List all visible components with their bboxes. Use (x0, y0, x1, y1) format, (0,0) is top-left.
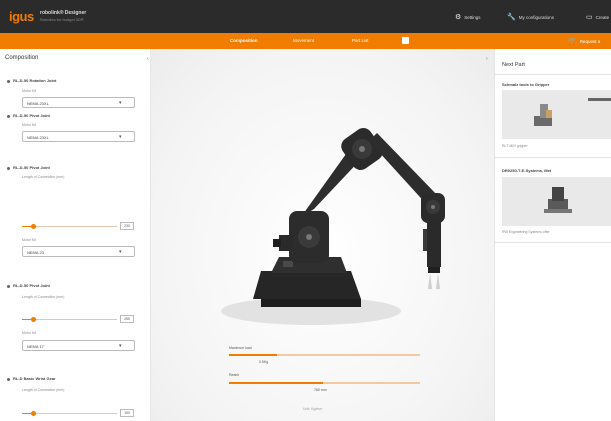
next-part-item-image[interactable] (502, 90, 611, 139)
joint-title[interactable]: RL-D-50 Rotation Joint (13, 78, 56, 83)
next-part-item-caption: RLT-MIN gripper (502, 144, 528, 148)
forearm (427, 219, 441, 267)
joint-title[interactable]: RL-D-50 Pivot Joint (13, 165, 50, 170)
max-load-bar (229, 354, 420, 356)
gripper-mount (428, 267, 440, 273)
reach-fill (229, 382, 323, 384)
next-part-title: Next Part (502, 62, 525, 68)
select-value: NEMA 23XL (27, 100, 49, 106)
joint-bullet (7, 115, 10, 118)
joint-bullet (7, 285, 10, 288)
pivot-joint-3-bolt (431, 205, 435, 209)
max-load-value: 0.5Kg (259, 360, 269, 364)
motor-kit-label: Motor Kit (22, 238, 37, 242)
request-button[interactable]: 🛒 Request a (568, 37, 600, 45)
forearm-side (423, 229, 427, 251)
settings-label: Settings (464, 14, 481, 20)
my-configurations-link[interactable]: 🔧 My configurations (507, 13, 554, 21)
brand-subtitle: Robotics for budget 3D® (40, 17, 84, 22)
motor-kit-select[interactable]: NEMA 23XL ▾ (22, 97, 135, 108)
connection-length-input[interactable]: 255 (120, 315, 134, 323)
my-configurations-label: My configurations (518, 14, 554, 20)
select-value: NEMA 23 (27, 249, 44, 255)
connection-length-label: Length of Connection (mm) (22, 388, 65, 392)
next-part-item-name[interactable]: DR0250-T-E-Systems, Met (502, 168, 551, 173)
unit-note: Unit: Kg/mm (303, 407, 323, 411)
panel-title: Composition (5, 55, 39, 61)
joint-bullet (7, 167, 10, 170)
motor-kit-label: Motor Kit (22, 331, 37, 335)
max-load-label: Maximum load (229, 346, 252, 350)
reach-bar (229, 382, 420, 384)
gripper-finger-right (436, 273, 440, 289)
create-link[interactable]: ▭ Create (586, 13, 609, 21)
tab-movement[interactable]: Movement (293, 38, 314, 43)
base-connector (283, 261, 293, 267)
motor-kit-select[interactable]: NEMA 23XL ▾ (22, 131, 135, 142)
next-part-item-name[interactable]: Schmalz tools to Gripper (502, 82, 549, 87)
igus-logo[interactable]: igus (9, 9, 34, 24)
wrench-icon: 🔧 (507, 14, 516, 21)
chevron-down-icon: ▾ (119, 249, 122, 255)
joint-bullet (7, 378, 10, 381)
chevron-down-icon: ▾ (119, 100, 122, 106)
gripper-finger-left (428, 273, 432, 289)
connection-length-slider[interactable] (22, 317, 117, 322)
joint-title[interactable]: RL-D-50 Pivot Joint (13, 113, 50, 118)
tab-part-list[interactable]: Part List (352, 38, 369, 43)
brand-title: robolink® Designer (40, 10, 87, 16)
select-value: NEMA 17 (27, 343, 44, 349)
reach-value: 760 mm (314, 388, 327, 392)
connection-length-input[interactable]: 230 (120, 222, 134, 230)
top-bar: igus robolink® Designer Robotics for bud… (0, 0, 611, 33)
slider-handle[interactable] (31, 317, 36, 322)
composition-panel: Composition RL-D-50 Rotation Joint Motor… (0, 49, 151, 421)
connection-length-label: Length of Connection (mm) (22, 175, 65, 179)
gear-icon: ⚙ (455, 14, 462, 21)
robot-base (253, 271, 361, 299)
settings-link[interactable]: ⚙ Settings (455, 13, 481, 21)
robot-base-front (261, 299, 361, 307)
motor-kit-select[interactable]: NEMA 17 ▾ (22, 340, 135, 351)
motor-kit-select[interactable]: NEMA 23 ▾ (22, 246, 135, 257)
nav-square-icon[interactable] (402, 37, 409, 44)
connection-length-label: Length of Connection (mm) (22, 295, 65, 299)
robot-arm-model[interactable] (151, 49, 494, 421)
reach-label: Reach (229, 373, 240, 377)
joint-title[interactable]: RL-D-50 Pivot Joint (13, 283, 50, 288)
monitor-icon: ▭ (586, 14, 593, 21)
cart-icon: 🛒 (568, 38, 577, 45)
next-part-item-caption: RW Engineering Systems offer (502, 230, 550, 234)
connection-length-slider[interactable] (22, 411, 117, 416)
chevron-down-icon: ▾ (119, 343, 122, 349)
request-label: Request a (579, 38, 601, 44)
divider (495, 74, 611, 75)
motor-1-connector (273, 239, 281, 247)
collapse-right-icon[interactable]: › (486, 56, 488, 62)
connection-length-input[interactable]: 150 (120, 409, 134, 417)
pivot-joint-1-bolt (306, 234, 312, 240)
joint-bullet (7, 80, 10, 83)
joint-title[interactable]: RL-D Basic Wrist Gear (13, 376, 56, 381)
create-label: Create (595, 14, 610, 20)
motor-1 (279, 235, 293, 251)
next-part-item-image[interactable] (502, 177, 611, 226)
select-value: NEMA 23XL (27, 134, 49, 140)
motor-kit-label: Motor Kit (22, 89, 37, 93)
pivot-joint-2-bolt (359, 146, 365, 152)
slider-handle[interactable] (31, 224, 36, 229)
3d-viewport[interactable] (151, 49, 494, 421)
chevron-down-icon: ▾ (119, 134, 122, 140)
collapse-left-icon[interactable]: ‹ (147, 56, 149, 62)
divider (495, 157, 611, 158)
motor-kit-label: Motor Kit (22, 123, 37, 127)
next-part-panel: Next Part Schmalz tools to Gripper RLT-M… (494, 49, 611, 421)
tab-composition[interactable]: Composition (230, 38, 258, 43)
slider-handle[interactable] (31, 411, 36, 416)
main-nav: Composition Movement Part List 🛒 Request… (0, 33, 611, 49)
max-load-fill (229, 354, 277, 356)
connection-length-slider[interactable] (22, 224, 117, 229)
divider (495, 242, 611, 243)
